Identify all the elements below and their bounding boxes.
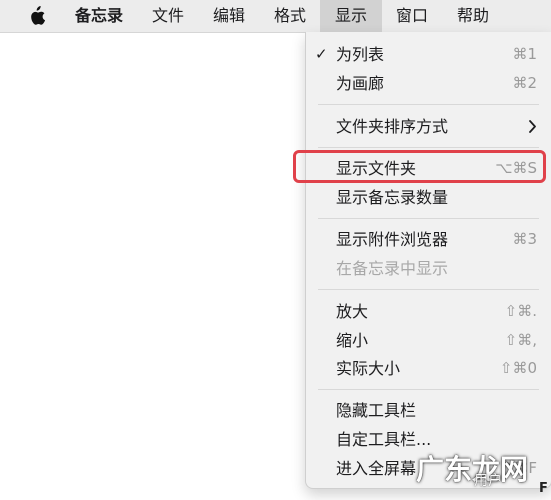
menu-item-sort-folders[interactable]: 文件夹排序方式: [306, 112, 551, 141]
menu-window[interactable]: 窗口: [396, 0, 428, 32]
menu-separator: [318, 289, 539, 290]
shortcut-label: ⇧⌘,: [504, 331, 537, 349]
menu-bar: 备忘录 文件 编辑 格式 显示 窗口 帮助: [0, 0, 551, 33]
shortcut-label: ⌘3: [512, 230, 537, 248]
menu-item-show-attachments-browser[interactable]: 显示附件浏览器 ⌘3: [306, 225, 551, 254]
shortcut-label: ⇧⌘0: [499, 359, 537, 377]
menu-separator: [318, 218, 539, 219]
menu-item-show-in-note: 在备忘录中显示: [306, 254, 551, 283]
menu-format[interactable]: 格式: [274, 0, 306, 32]
menu-view[interactable]: 显示: [320, 0, 382, 32]
menu-item-label: 放大: [336, 302, 369, 321]
watermark-subtext: 用户: [474, 473, 502, 489]
menu-item-label: 显示备忘录数量: [336, 188, 449, 207]
menu-separator: [318, 389, 539, 390]
menu-separator: [318, 104, 539, 105]
shortcut-label: ⌘1: [512, 45, 537, 63]
menu-help[interactable]: 帮助: [457, 0, 489, 32]
edge-text: F: [539, 481, 548, 496]
menu-item-label: 文件夹排序方式: [336, 117, 449, 136]
highlight-box: [293, 150, 546, 183]
view-menu-dropdown: ✓ 为列表 ⌘1 为画廊 ⌘2 文件夹排序方式 显示文件夹 ⌥⌘S 显示备忘录数…: [305, 32, 551, 489]
menu-item-actual-size[interactable]: 实际大小 ⇧⌘0: [306, 354, 551, 383]
watermark-text: 广东龙网: [416, 453, 529, 486]
menu-item-label: 为列表: [336, 45, 385, 64]
menu-item-label: 在备忘录中显示: [336, 259, 449, 278]
menu-item-as-gallery[interactable]: 为画廊 ⌘2: [306, 69, 551, 98]
menu-item-zoom-out[interactable]: 缩小 ⇧⌘,: [306, 326, 551, 355]
menu-item-label: 为画廊: [336, 74, 385, 93]
apple-icon[interactable]: [27, 6, 45, 26]
menu-item-show-note-count[interactable]: 显示备忘录数量: [306, 183, 551, 212]
menu-item-label: 隐藏工具栏: [336, 401, 417, 420]
shortcut-label: ⌘2: [512, 74, 537, 92]
menu-item-label: 缩小: [336, 331, 369, 350]
chevron-right-icon: [529, 120, 536, 133]
menu-item-zoom-in[interactable]: 放大 ⇧⌘.: [306, 297, 551, 326]
menu-item-label: 实际大小: [336, 359, 401, 378]
menu-item-label: 进入全屏幕: [336, 459, 417, 478]
menu-item-as-list[interactable]: ✓ 为列表 ⌘1: [306, 40, 551, 69]
shortcut-label: ⇧⌘.: [504, 302, 537, 320]
menu-item-hide-toolbar[interactable]: 隐藏工具栏: [306, 396, 551, 425]
checkmark-icon: ✓: [315, 45, 328, 63]
menu-notes[interactable]: 备忘录: [75, 0, 123, 32]
menu-item-label: 显示附件浏览器: [336, 230, 449, 249]
menu-separator: [318, 147, 539, 148]
menu-edit[interactable]: 编辑: [213, 0, 245, 32]
menu-file[interactable]: 文件: [152, 0, 184, 32]
